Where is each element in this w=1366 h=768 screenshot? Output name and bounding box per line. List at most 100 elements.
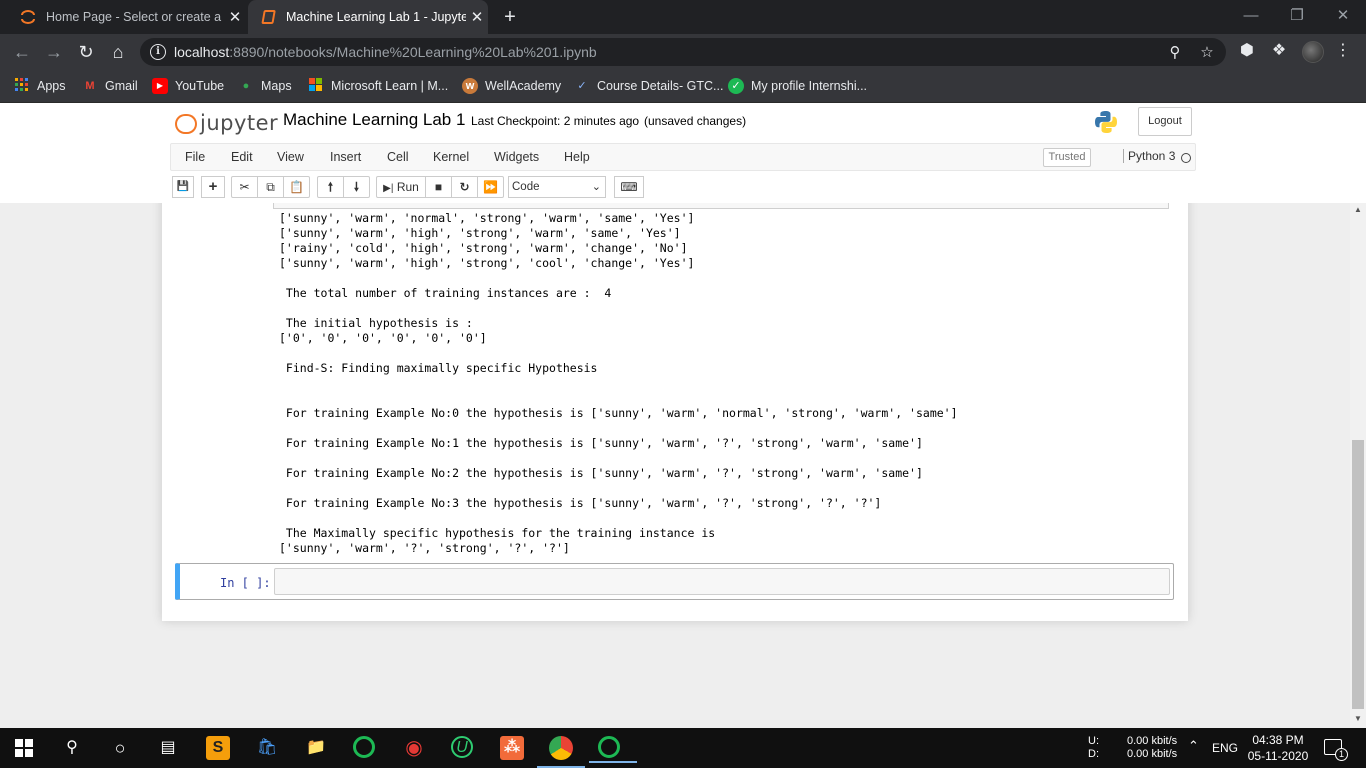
forward-icon[interactable]: → — [42, 40, 66, 64]
notebook-site[interactable]: ['sunny', 'warm', 'normal', 'strong', 'w… — [0, 203, 1350, 728]
command-palette-keyboard-icon[interactable]: ⌨ — [614, 176, 644, 198]
reload-icon[interactable]: ↻ — [74, 40, 98, 64]
menu-help[interactable]: Help — [564, 150, 590, 164]
cell-type-value: Code — [512, 181, 540, 193]
move-up-icon[interactable]: 🠕 — [317, 176, 344, 198]
site-info-icon[interactable]: i — [150, 44, 166, 60]
browser-menu-icon[interactable]: ⋮ — [1332, 40, 1354, 62]
file-explorer-icon[interactable]: 📁 — [304, 736, 328, 760]
search-icon[interactable]: ⚲ — [60, 736, 84, 760]
scrollbar-thumb[interactable] — [1352, 440, 1364, 709]
menu-view[interactable]: View — [277, 150, 304, 164]
tab-title: Home Page - Select or create a n — [46, 10, 224, 24]
chrome-icon[interactable] — [537, 736, 585, 768]
restart-kernel-icon[interactable]: ↻ — [451, 176, 478, 198]
output-line: The initial hypothesis is : — [279, 316, 480, 330]
bookmark-youtube[interactable]: ▶ YouTube — [152, 76, 224, 96]
bookmark-star-icon[interactable]: ☆ — [1198, 44, 1216, 62]
notebook-container: ['sunny', 'warm', 'normal', 'strong', 'w… — [162, 203, 1188, 621]
bookmark-internshala[interactable]: ✓ My profile Internshi... — [728, 76, 867, 96]
url-text[interactable]: localhost:8890/notebooks/Machine%20Learn… — [174, 44, 597, 60]
sublime-text-icon[interactable]: S — [206, 736, 230, 760]
code-cell-input[interactable] — [274, 568, 1170, 595]
interrupt-stop-icon[interactable]: ■ — [425, 176, 452, 198]
upwork-icon[interactable]: U — [451, 736, 473, 758]
run-step-icon: ▶| — [383, 183, 394, 194]
system-clock[interactable]: 04:38 PM 05-11-2020 — [1246, 732, 1310, 764]
tab-home-page[interactable]: Home Page - Select or create a n ✕ — [10, 0, 246, 34]
output-line: For training Example No:1 the hypothesis… — [279, 436, 923, 450]
notebook-name[interactable]: Machine Learning Lab 1 — [283, 110, 465, 130]
copy-icon[interactable]: ⧉ — [257, 176, 284, 198]
previous-code-cell-input[interactable] — [273, 203, 1169, 209]
bookmark-course-details[interactable]: ✓ Course Details- GTC... — [574, 76, 723, 96]
anaconda-icon[interactable] — [589, 736, 637, 763]
scroll-down-icon[interactable]: ▼ — [1350, 714, 1366, 726]
download-label: D: — [1088, 748, 1099, 760]
scroll-up-icon[interactable]: ▲ — [1350, 205, 1366, 217]
output-line: ['sunny', 'warm', 'high', 'strong', 'coo… — [279, 256, 695, 270]
language-indicator[interactable]: ENG — [1212, 741, 1238, 755]
tab-machine-learning-lab[interactable]: Machine Learning Lab 1 - Jupyter ✕ — [248, 0, 488, 34]
menu-file[interactable]: File — [185, 150, 205, 164]
task-view-icon[interactable]: ▤ — [156, 736, 180, 760]
bookmark-wellacademy[interactable]: w WellAcademy — [462, 76, 561, 96]
bookmark-microsoft-learn[interactable]: Microsoft Learn | M... — [308, 76, 448, 96]
new-tab-button[interactable]: + — [498, 5, 522, 29]
menu-insert[interactable]: Insert — [330, 150, 361, 164]
window-close-icon[interactable]: ✕ — [1320, 0, 1366, 32]
home-icon[interactable]: ⌂ — [106, 40, 130, 64]
extensions-puzzle-icon[interactable]: ❖ — [1268, 40, 1290, 62]
url-host: localhost — [174, 44, 230, 60]
cell-type-select[interactable]: Code ⌄ — [508, 176, 606, 198]
screen-recorder-icon[interactable]: ◉ — [402, 736, 426, 760]
menu-widgets[interactable]: Widgets — [494, 150, 539, 164]
course-icon: ✓ — [577, 80, 587, 92]
clock-date: 05-11-2020 — [1247, 749, 1309, 763]
run-button[interactable]: ▶| Run — [376, 176, 426, 198]
chevron-up-icon[interactable]: ⌃ — [1188, 738, 1199, 754]
menu-kernel[interactable]: Kernel — [433, 150, 469, 164]
microsoft-icon — [308, 78, 324, 94]
insert-cell-below-icon[interactable]: + — [201, 176, 225, 198]
profile-avatar[interactable] — [1302, 41, 1324, 63]
jupyter-logo[interactable]: jupyter — [174, 109, 278, 137]
bookmark-label: YouTube — [175, 79, 225, 93]
kernel-name: Python 3 — [1123, 149, 1175, 163]
zoom-search-icon[interactable]: ⚲ — [1166, 44, 1184, 62]
bookmark-maps[interactable]: ● Maps — [238, 76, 292, 96]
bookmark-label: WellAcademy — [485, 79, 562, 93]
restart-run-all-icon[interactable]: ⏩ — [477, 176, 504, 198]
logout-button[interactable]: Logout — [1138, 107, 1192, 136]
close-icon[interactable]: ✕ — [466, 8, 488, 26]
xampp-icon[interactable]: ⁂ — [500, 736, 524, 760]
page-scrollbar[interactable]: ▲ ▼ — [1350, 203, 1366, 728]
paste-icon[interactable]: 📋 — [283, 176, 310, 198]
trusted-badge[interactable]: Trusted — [1043, 148, 1091, 167]
input-prompt: In [ ]: — [220, 576, 271, 590]
cortana-icon[interactable]: ○ — [108, 736, 132, 760]
menu-cell[interactable]: Cell — [387, 150, 409, 164]
restore-icon[interactable]: ❐ — [1274, 0, 1320, 32]
output-line: ['sunny', 'warm', 'high', 'strong', 'war… — [279, 226, 681, 240]
bookmark-gmail[interactable]: M Gmail — [82, 76, 137, 96]
extension-cube-icon[interactable]: ⬢ — [1236, 40, 1258, 62]
microsoft-store-icon[interactable]: 🛍 — [255, 736, 279, 760]
close-icon[interactable]: ✕ — [224, 8, 246, 26]
windows-start-icon[interactable] — [12, 736, 36, 760]
menu-edit[interactable]: Edit — [231, 150, 253, 164]
back-icon[interactable]: ← — [10, 40, 34, 64]
gmail-icon: M — [85, 80, 95, 92]
address-bar[interactable]: i localhost:8890/notebooks/Machine%20Lea… — [140, 38, 1226, 66]
bookmark-apps[interactable]: Apps — [14, 76, 66, 96]
move-down-icon[interactable]: 🠗 — [343, 176, 370, 198]
jupyter-logo-icon — [174, 111, 197, 135]
cut-icon[interactable]: ✂ — [231, 176, 258, 198]
upload-label: U: — [1088, 735, 1099, 747]
jupyter-green-app-icon[interactable] — [353, 736, 375, 758]
output-line: Find-S: Finding maximally specific Hypot… — [279, 361, 598, 375]
upload-speed: 0.00 kbit/s — [1127, 735, 1178, 747]
save-icon[interactable]: 💾 — [172, 176, 194, 198]
selected-code-cell[interactable]: In [ ]: — [175, 563, 1174, 600]
minimize-icon[interactable]: — — [1228, 0, 1274, 32]
